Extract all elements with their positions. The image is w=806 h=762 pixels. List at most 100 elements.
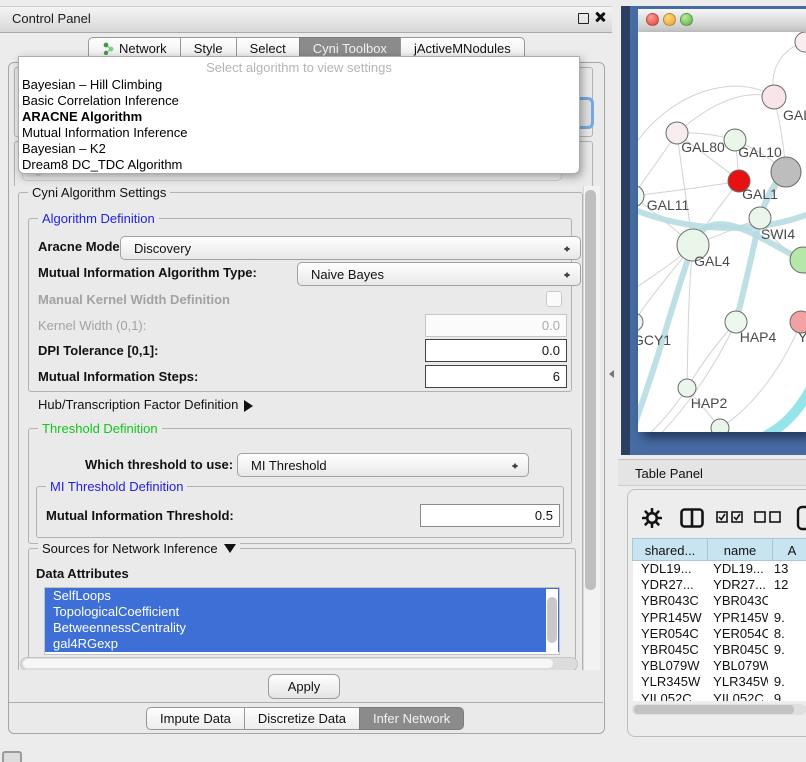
settings-vscrollbar-thumb[interactable] [585,190,596,590]
table-row[interactable]: YBR043CYBR043C [633,593,806,609]
table-row[interactable]: YER054CYER054C8. [633,626,806,642]
hub-section-toggle[interactable]: Hub/Transcription Factor Definition [38,397,259,412]
table-hscrollbar[interactable] [632,704,806,715]
table-row[interactable]: YLR345WYLR345W9. [633,674,806,690]
network-edge [746,384,806,432]
network-edge [638,181,739,196]
cyni-settings-title: Cyni Algorithm Settings [28,186,170,200]
network-view-window: GAL7GAL80GAL10GAL1GAL11GAL4SWI4GCY1HAP4Y… [621,6,806,455]
network-graph: GAL7GAL80GAL10GAL1GAL11GAL4SWI4GCY1HAP4Y… [638,32,806,432]
network-node[interactable] [790,247,806,273]
list-scrollbar[interactable] [546,589,558,653]
table-panel-titlebar: Table Panel [618,459,806,486]
dropdown-item[interactable]: Bayesian – Hill Climbing [22,77,576,93]
panel-divider [9,702,603,703]
sources-title[interactable]: Sources for Network Inference [38,541,240,559]
mi-type-combo[interactable]: Naive Bayes [297,262,581,286]
mi-type-label: Mutual Information Algorithm Type: [38,265,257,280]
tab-discretize-data[interactable]: Discretize Data [244,707,360,730]
kernel-width-field[interactable]: 0.0 [425,314,567,337]
settings-hscrollbar[interactable] [20,657,578,670]
node-label: GAL7 [783,107,806,123]
attribute-item[interactable]: SelfLoops [45,588,559,604]
bottom-tab-bar: Impute DataDiscretize DataInfer Network [146,707,464,730]
network-node[interactable] [711,419,729,432]
mi-threshold-field[interactable]: 0.5 [420,504,560,527]
control-panel-title: Control Panel [12,11,91,26]
which-threshold-label: Which threshold to use: [85,457,233,472]
node-label: Y [798,329,806,345]
column-header-2[interactable]: name [707,538,773,561]
apply-button[interactable]: Apply [268,674,340,699]
table-row[interactable]: YBR045CYBR045C9. [633,642,806,658]
minimized-panel-icon[interactable] [2,751,22,762]
network-node[interactable] [771,157,801,187]
split-columns-icon[interactable] [680,508,704,531]
close-icon[interactable] [594,11,606,23]
mi-steps-field[interactable]: 6 [425,365,567,388]
table-row[interactable]: YDL19...YDL19...13 [633,561,806,577]
deselect-all-columns-icon[interactable] [754,511,782,527]
manual-kernel-label: Manual Kernel Width Definition [38,292,230,307]
table-row[interactable]: YBL079WYBL079W [633,658,806,674]
algorithm-definition-title: Algorithm Definition [38,211,159,226]
network-canvas[interactable]: GAL7GAL80GAL10GAL1GAL11GAL4SWI4GCY1HAP4Y… [638,32,806,432]
dropdown-item[interactable]: Dream8 DC_TDC Algorithm [22,157,576,173]
dpi-tolerance-field[interactable]: 0.0 [425,339,567,362]
chevron-updown-icon [563,242,571,256]
close-traffic-light[interactable] [646,13,659,26]
node-label: HAP4 [740,329,777,345]
attribute-item[interactable]: gal4RGexp [45,636,559,652]
network-node[interactable] [795,32,806,52]
dropdown-item-list: Bayesian – Hill ClimbingBasic Correlatio… [22,77,576,173]
aracne-mode-combo[interactable]: Discovery [120,236,581,260]
mi-threshold-label: Mutual Information Threshold: [46,508,234,523]
network-icon [102,42,115,55]
node-label: SWI4 [761,226,795,242]
network-node-gal7[interactable] [762,85,786,109]
dpi-tolerance-label: DPI Tolerance [0,1]: [38,343,158,358]
threshold-definition-title: Threshold Definition [38,421,162,436]
network-window-titlebar[interactable] [638,9,806,33]
control-panel-titlebar: Control Panel [0,6,612,33]
split-pane-collapse-arrow[interactable] [605,370,614,378]
table-row[interactable]: YPR145WYPR145W9. [633,610,806,626]
node-label: HAP2 [691,395,728,411]
chevron-updown-icon [511,459,519,473]
dropdown-item[interactable]: Bayesian – K2 [22,141,576,157]
dropdown-item[interactable]: Mutual Information Inference [22,125,576,141]
gear-icon[interactable] [642,508,662,531]
zoom-traffic-light[interactable] [680,13,693,26]
network-node-gcy1[interactable] [638,313,643,331]
table-row[interactable]: YDR27...YDR27...12 [633,577,806,593]
settings-scroll-area: Cyni Algorithm Settings Algorithm Defini… [14,186,584,670]
aracne-mode-label: Aracne Mode: [38,239,124,254]
dropdown-item[interactable]: Basic Correlation Inference [22,93,576,109]
minimize-traffic-light[interactable] [663,13,676,26]
mi-threshold-title: MI Threshold Definition [46,479,187,494]
table-header-row: shared...nameA [633,538,806,561]
network-edge [677,95,774,133]
node-label: GAL80 [681,139,725,155]
node-label: GAL1 [742,186,778,202]
table-body: YDL19...YDL19...13YDR27...YDR27...12YBR0… [633,561,806,701]
tab-infer-network[interactable]: Infer Network [359,707,464,730]
network-edge [687,322,736,388]
attribute-item[interactable]: BetweennessCentrality [45,620,559,636]
which-threshold-combo[interactable]: MI Threshold [237,453,529,477]
select-all-columns-icon[interactable] [716,511,744,527]
column-header-1[interactable]: shared... [632,538,708,561]
partial-table-icon[interactable] [796,505,806,534]
tab-impute-data[interactable]: Impute Data [146,707,245,730]
data-attributes-list: SelfLoopsTopologicalCoefficientBetweenne… [44,587,560,655]
column-header-3[interactable]: A [772,538,806,561]
node-label: GAL11 [647,197,690,213]
chevron-updown-icon [563,268,571,282]
attribute-item[interactable]: TopologicalCoefficient [45,604,559,620]
kernel-width-label: Kernel Width (0,1): [38,318,146,333]
table-row[interactable]: YIL052CYIL052C9 [633,691,806,702]
data-attributes-label: Data Attributes [36,566,129,581]
manual-kernel-checkbox[interactable] [546,291,562,307]
dropdown-item[interactable]: ARACNE Algorithm [22,109,576,125]
float-window-icon[interactable] [578,13,589,24]
